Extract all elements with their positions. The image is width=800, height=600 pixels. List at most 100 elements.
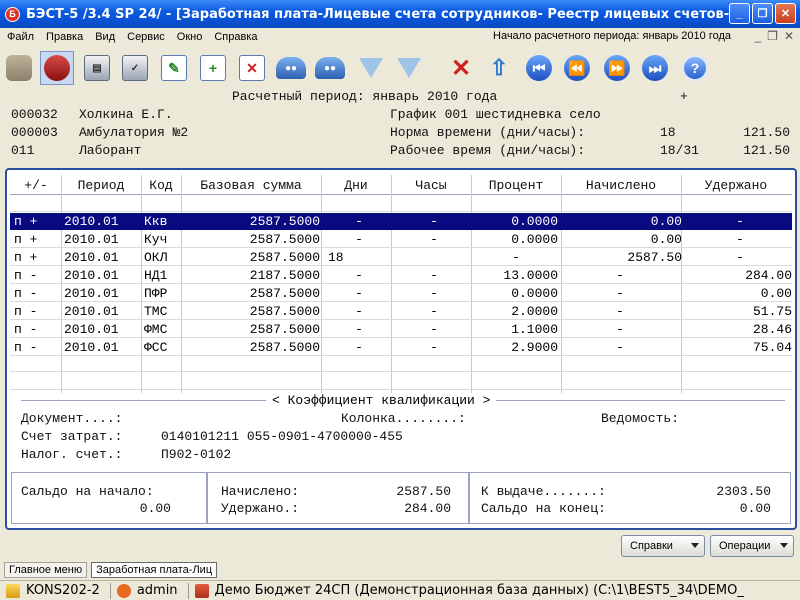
restore-button[interactable]: ❐ <box>752 3 773 24</box>
work-hours: 121.50 <box>743 143 790 158</box>
col-code[interactable]: Код <box>141 178 181 193</box>
cell-base: 2587.5000 <box>249 340 320 355</box>
cell-code: Куч <box>144 232 168 247</box>
window-controls: _ ❐ ✕ <box>729 3 796 24</box>
grid-header: +/- Период Код Базовая сумма Дни Часы Пр… <box>10 175 792 195</box>
status-separator <box>187 582 189 599</box>
filter-button[interactable] <box>354 51 388 85</box>
period-title: Расчетный период: январь 2010 года <box>232 89 498 104</box>
archive-button[interactable] <box>2 51 36 85</box>
database-icon <box>194 583 209 598</box>
payout-value: 2303.50 <box>716 484 771 499</box>
cell-period: 2010.01 <box>64 232 119 247</box>
position-name: Лаборант <box>79 143 142 158</box>
cell-accrued: 0.00 <box>650 214 682 229</box>
menu-help[interactable]: Справка <box>209 31 262 43</box>
operations-dropdown-button[interactable]: Операции <box>710 535 794 557</box>
col-base[interactable]: Базовая сумма <box>181 178 321 193</box>
menu-bar: Файл Правка Вид Сервис Окно Справка Нача… <box>0 28 800 46</box>
table-row[interactable]: п - 2010.01 НД1 2187.5000 - - 13.0000 - 284.00 <box>10 267 792 284</box>
accruals-panel: +/- Период Код Базовая сумма Дни Часы Пр… <box>5 168 797 530</box>
menu-view[interactable]: Вид <box>90 31 120 43</box>
col-days[interactable]: Дни <box>321 178 391 193</box>
printer-check-icon: ✓ <box>122 55 148 81</box>
delete-row-button[interactable]: ✕ <box>235 51 269 85</box>
col-withheld[interactable]: Удержано <box>681 178 791 193</box>
table-row-empty[interactable] <box>10 355 792 372</box>
accrued-total-label: Начислено: <box>221 484 300 499</box>
end-balance-value: 0.00 <box>739 501 771 516</box>
add-icon: + <box>200 55 226 81</box>
tax-account-label: Налог. счет.: <box>21 447 123 462</box>
next-record-button[interactable]: ⏩ <box>600 51 634 85</box>
withheld-total-value: 284.00 <box>404 501 451 516</box>
edit-icon: ✎ <box>161 55 187 81</box>
mdi-minimize-button[interactable]: _ <box>754 29 761 43</box>
table-row[interactable]: п - 2010.01 ФСС 2587.5000 - - 2.9000 - 75.04 <box>10 339 792 356</box>
table-row-empty[interactable] <box>10 373 792 390</box>
sort-button[interactable]: ⇧ <box>482 51 516 85</box>
table-row[interactable]: п + 2010.01 Куч 2587.5000 - - 0.0000 0.00 - <box>10 231 792 248</box>
cell-sign: п + <box>14 214 38 229</box>
mdi-close-button[interactable]: ✕ <box>784 29 794 43</box>
cell-pct: 2.0000 <box>511 304 558 319</box>
first-record-button[interactable]: ⏮ <box>522 51 556 85</box>
next-icon: ⏩ <box>604 55 630 81</box>
menu-edit[interactable]: Правка <box>41 31 88 43</box>
cell-period: 2010.01 <box>64 322 119 337</box>
qualification-section: < Коэффициент квалификации > <box>21 393 785 408</box>
cell-hours: - <box>430 214 438 229</box>
cell-base: 2587.5000 <box>249 232 320 247</box>
table-row[interactable]: п + 2010.01 Ккв 2587.5000 - - 0.0000 0.00 - <box>10 213 792 230</box>
section-title[interactable]: < Коэффициент квалификации > <box>266 393 497 408</box>
col-hours[interactable]: Часы <box>391 178 471 193</box>
mdi-restore-button[interactable]: ❐ <box>767 29 778 43</box>
cell-withheld: - <box>736 250 744 265</box>
last-icon: ⏭ <box>642 55 668 81</box>
cell-base: 2587.5000 <box>249 304 320 319</box>
cell-hours: - <box>430 232 438 247</box>
table-row-empty[interactable] <box>10 196 792 212</box>
help-dropdown-button[interactable]: Справки <box>621 535 705 557</box>
col-sign[interactable]: +/- <box>12 178 60 193</box>
col-accrued[interactable]: Начислено <box>561 178 681 193</box>
menu-service[interactable]: Сервис <box>122 31 170 43</box>
help-toolbar-button[interactable]: ? <box>678 51 712 85</box>
window-title: БЭСТ-5 /3.4 SP 24/ - [Заработная плата-Л… <box>26 6 746 22</box>
tab-payroll[interactable]: Заработная плата-Лиц <box>91 562 218 578</box>
col-percent[interactable]: Процент <box>471 178 561 193</box>
status-user: admin <box>136 583 178 598</box>
app-logo-icon[interactable]: Б <box>5 6 20 22</box>
cell-hours: - <box>430 304 438 319</box>
prev-record-button[interactable]: ⏪ <box>560 51 594 85</box>
table-row[interactable]: п - 2010.01 ПФР 2587.5000 - - 0.0000 - 0.00 <box>10 285 792 302</box>
norm-hours: 121.50 <box>743 125 790 140</box>
cell-hours: - <box>430 268 438 283</box>
menu-file[interactable]: Файл <box>2 31 39 43</box>
clear-filter-button[interactable]: ✕ <box>444 51 478 85</box>
cell-withheld: 0.00 <box>760 286 792 301</box>
print-button[interactable]: ▤ <box>80 51 114 85</box>
col-period[interactable]: Период <box>61 178 141 193</box>
cell-pct: 0.0000 <box>511 232 558 247</box>
tab-main-menu[interactable]: Главное меню <box>4 562 88 578</box>
schedule-label: График 001 шестидневка село <box>390 107 601 122</box>
print-preview-button[interactable]: ✓ <box>118 51 152 85</box>
help-dropdown-label: Справки <box>630 540 673 552</box>
cell-code: ТМС <box>144 304 168 319</box>
find-button[interactable]: ●● <box>274 51 308 85</box>
filter-menu-button[interactable] <box>392 51 426 85</box>
card-view-button[interactable] <box>40 51 74 85</box>
menu-window[interactable]: Окно <box>172 31 208 43</box>
table-row[interactable]: п - 2010.01 ТМС 2587.5000 - - 2.0000 - 51.75 <box>10 303 792 320</box>
add-row-button[interactable]: + <box>196 51 230 85</box>
table-row[interactable]: п + 2010.01 ОКЛ 2587.5000 18 - 2587.50 - <box>10 249 792 266</box>
close-button[interactable]: ✕ <box>775 3 796 24</box>
edit-button[interactable]: ✎ <box>157 51 191 85</box>
last-record-button[interactable]: ⏭ <box>638 51 672 85</box>
cell-days: 18 <box>328 250 344 265</box>
table-row[interactable]: п - 2010.01 ФМС 2587.5000 - - 1.1000 - 28.46 <box>10 321 792 338</box>
minimize-button[interactable]: _ <box>729 3 750 24</box>
find-next-button[interactable]: ●● <box>313 51 347 85</box>
cell-hours: - <box>430 322 438 337</box>
